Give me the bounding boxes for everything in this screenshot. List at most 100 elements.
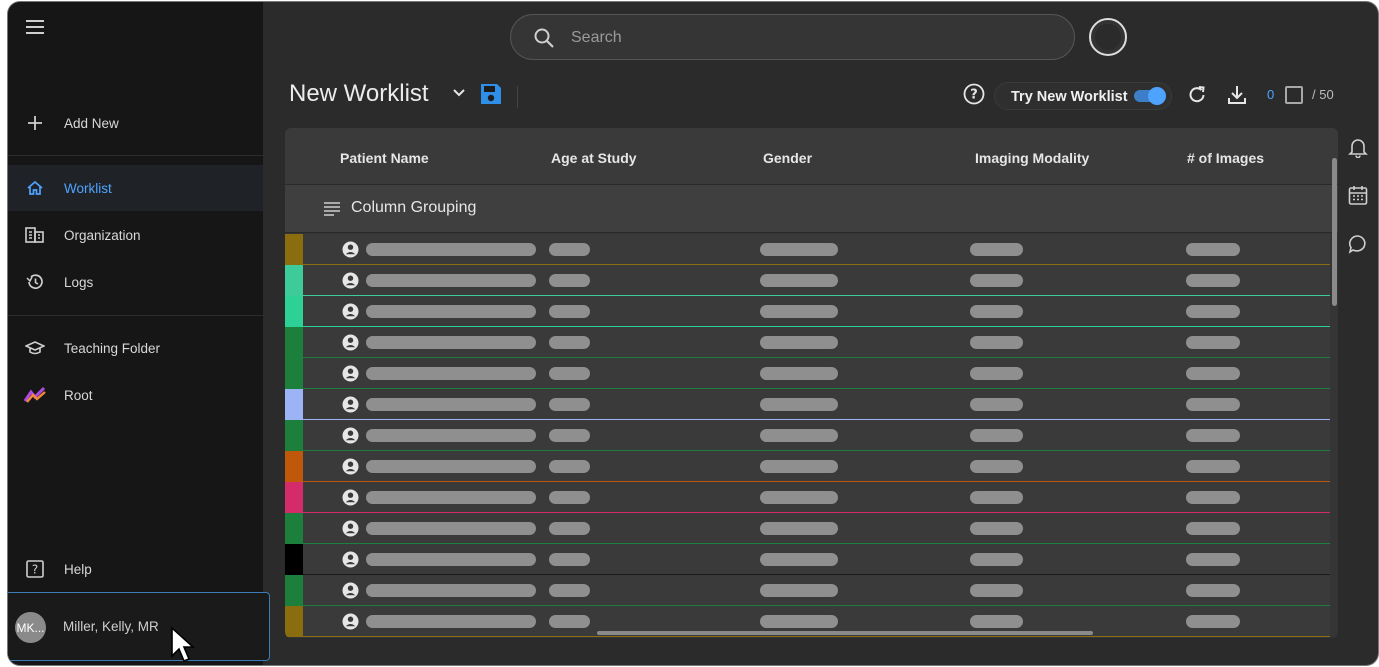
cell-placeholder-2 — [549, 243, 590, 256]
row-color-stripe — [285, 389, 303, 420]
bell-icon[interactable] — [1347, 136, 1369, 158]
sidebar-item-organization[interactable]: Organization — [8, 212, 263, 258]
table-row[interactable] — [285, 513, 1330, 544]
person-icon — [342, 520, 359, 537]
try-new-worklist-label: Try New Worklist — [1011, 89, 1128, 105]
cell-placeholder-1 — [366, 243, 536, 256]
person-icon — [342, 458, 359, 475]
cell-placeholder-1 — [366, 305, 536, 318]
table-row[interactable] — [285, 544, 1330, 575]
mouse-cursor-icon — [171, 626, 196, 663]
cell-placeholder-1 — [366, 367, 536, 380]
column-header-number-of-images[interactable]: # of Images — [1187, 150, 1264, 166]
cell-placeholder-5 — [1186, 367, 1240, 380]
cell-placeholder-1 — [366, 522, 536, 535]
user-profile[interactable]: MK... Miller, Kelly, MR — [8, 592, 270, 661]
table-row[interactable] — [285, 296, 1330, 327]
cell-placeholder-5 — [1186, 553, 1240, 566]
cell-placeholder-3 — [760, 460, 838, 473]
selected-count: 0 — [1267, 87, 1275, 102]
cell-placeholder-3 — [760, 367, 838, 380]
chat-bubble-icon[interactable] — [1347, 233, 1369, 255]
table-row[interactable] — [285, 234, 1330, 265]
cell-placeholder-1 — [366, 491, 536, 504]
svg-text:?: ? — [32, 563, 38, 577]
sidebar: Add New Worklist Organization Logs Teach… — [8, 2, 263, 665]
vertical-scrollbar[interactable] — [1332, 158, 1337, 306]
row-color-stripe — [285, 606, 303, 637]
column-header-patient-name[interactable]: Patient Name — [340, 150, 429, 166]
cell-placeholder-2 — [549, 274, 590, 287]
person-icon — [342, 365, 359, 382]
sidebar-item-label: Logs — [64, 274, 94, 290]
add-new-button[interactable]: Add New — [8, 100, 263, 146]
table-row[interactable] — [285, 482, 1330, 513]
cell-placeholder-2 — [549, 336, 590, 349]
table-row[interactable] — [285, 575, 1330, 606]
cell-placeholder-4 — [970, 398, 1023, 411]
cell-placeholder-5 — [1186, 243, 1240, 256]
sidebar-item-label: Worklist — [64, 180, 112, 196]
avatar: MK... — [15, 612, 46, 643]
column-header-gender[interactable]: Gender — [763, 150, 812, 166]
table-row[interactable] — [285, 358, 1330, 389]
person-icon — [342, 303, 359, 320]
table-row[interactable] — [285, 420, 1330, 451]
cell-placeholder-1 — [366, 584, 536, 597]
menu-icon[interactable] — [26, 20, 44, 34]
home-icon — [24, 177, 46, 199]
calendar-icon[interactable] — [1347, 184, 1369, 206]
cell-placeholder-2 — [549, 429, 590, 442]
row-color-stripe — [285, 327, 303, 358]
cell-placeholder-3 — [760, 491, 838, 504]
download-icon[interactable] — [1226, 84, 1248, 106]
table-row[interactable] — [285, 265, 1330, 296]
sidebar-item-root[interactable]: Root — [8, 372, 263, 418]
column-header-age-at-study[interactable]: Age at Study — [551, 150, 637, 166]
cell-placeholder-5 — [1186, 305, 1240, 318]
cell-placeholder-2 — [549, 615, 590, 628]
page-title: New Worklist — [289, 80, 429, 107]
help-label: Help — [64, 561, 92, 577]
column-grouping-bar[interactable]: Column Grouping — [285, 185, 1338, 233]
cell-placeholder-2 — [549, 522, 590, 535]
sidebar-item-label: Organization — [64, 227, 141, 243]
row-color-stripe — [285, 234, 303, 265]
table-row[interactable] — [285, 389, 1330, 420]
toggle-knob — [1148, 87, 1166, 105]
horizontal-scrollbar[interactable] — [597, 631, 1093, 635]
select-all-checkbox[interactable] — [1285, 86, 1303, 104]
cell-placeholder-2 — [549, 460, 590, 473]
column-grouping-label: Column Grouping — [351, 199, 477, 216]
cell-placeholder-2 — [549, 491, 590, 504]
person-icon — [342, 427, 359, 444]
cell-placeholder-1 — [366, 429, 536, 442]
search-input[interactable]: Search — [510, 14, 1075, 60]
cell-placeholder-5 — [1186, 491, 1240, 504]
cell-placeholder-3 — [760, 398, 838, 411]
row-color-stripe — [285, 451, 303, 482]
person-icon — [342, 396, 359, 413]
app-window: Add New Worklist Organization Logs Teach… — [8, 2, 1378, 665]
cell-placeholder-4 — [970, 274, 1023, 287]
help-button[interactable]: ? Help — [8, 546, 263, 592]
cell-placeholder-1 — [366, 553, 536, 566]
person-icon — [342, 334, 359, 351]
save-icon[interactable] — [479, 82, 503, 106]
column-header-imaging-modality[interactable]: Imaging Modality — [975, 150, 1089, 166]
row-color-stripe — [285, 513, 303, 544]
sidebar-item-worklist[interactable]: Worklist — [8, 165, 263, 211]
person-icon — [342, 582, 359, 599]
table-row[interactable] — [285, 451, 1330, 482]
try-new-worklist-toggle[interactable]: Try New Worklist — [994, 82, 1172, 110]
help-circle-icon[interactable]: ? — [963, 83, 985, 105]
toggle-switch[interactable] — [1134, 87, 1166, 105]
svg-text:?: ? — [970, 88, 978, 103]
refresh-icon[interactable] — [1186, 84, 1208, 106]
cell-placeholder-3 — [760, 429, 838, 442]
sidebar-item-teaching-folder[interactable]: Teaching Folder — [8, 325, 263, 371]
chevron-down-icon[interactable] — [452, 88, 466, 98]
sidebar-item-logs[interactable]: Logs — [8, 259, 263, 305]
cell-placeholder-2 — [549, 305, 590, 318]
table-row[interactable] — [285, 327, 1330, 358]
